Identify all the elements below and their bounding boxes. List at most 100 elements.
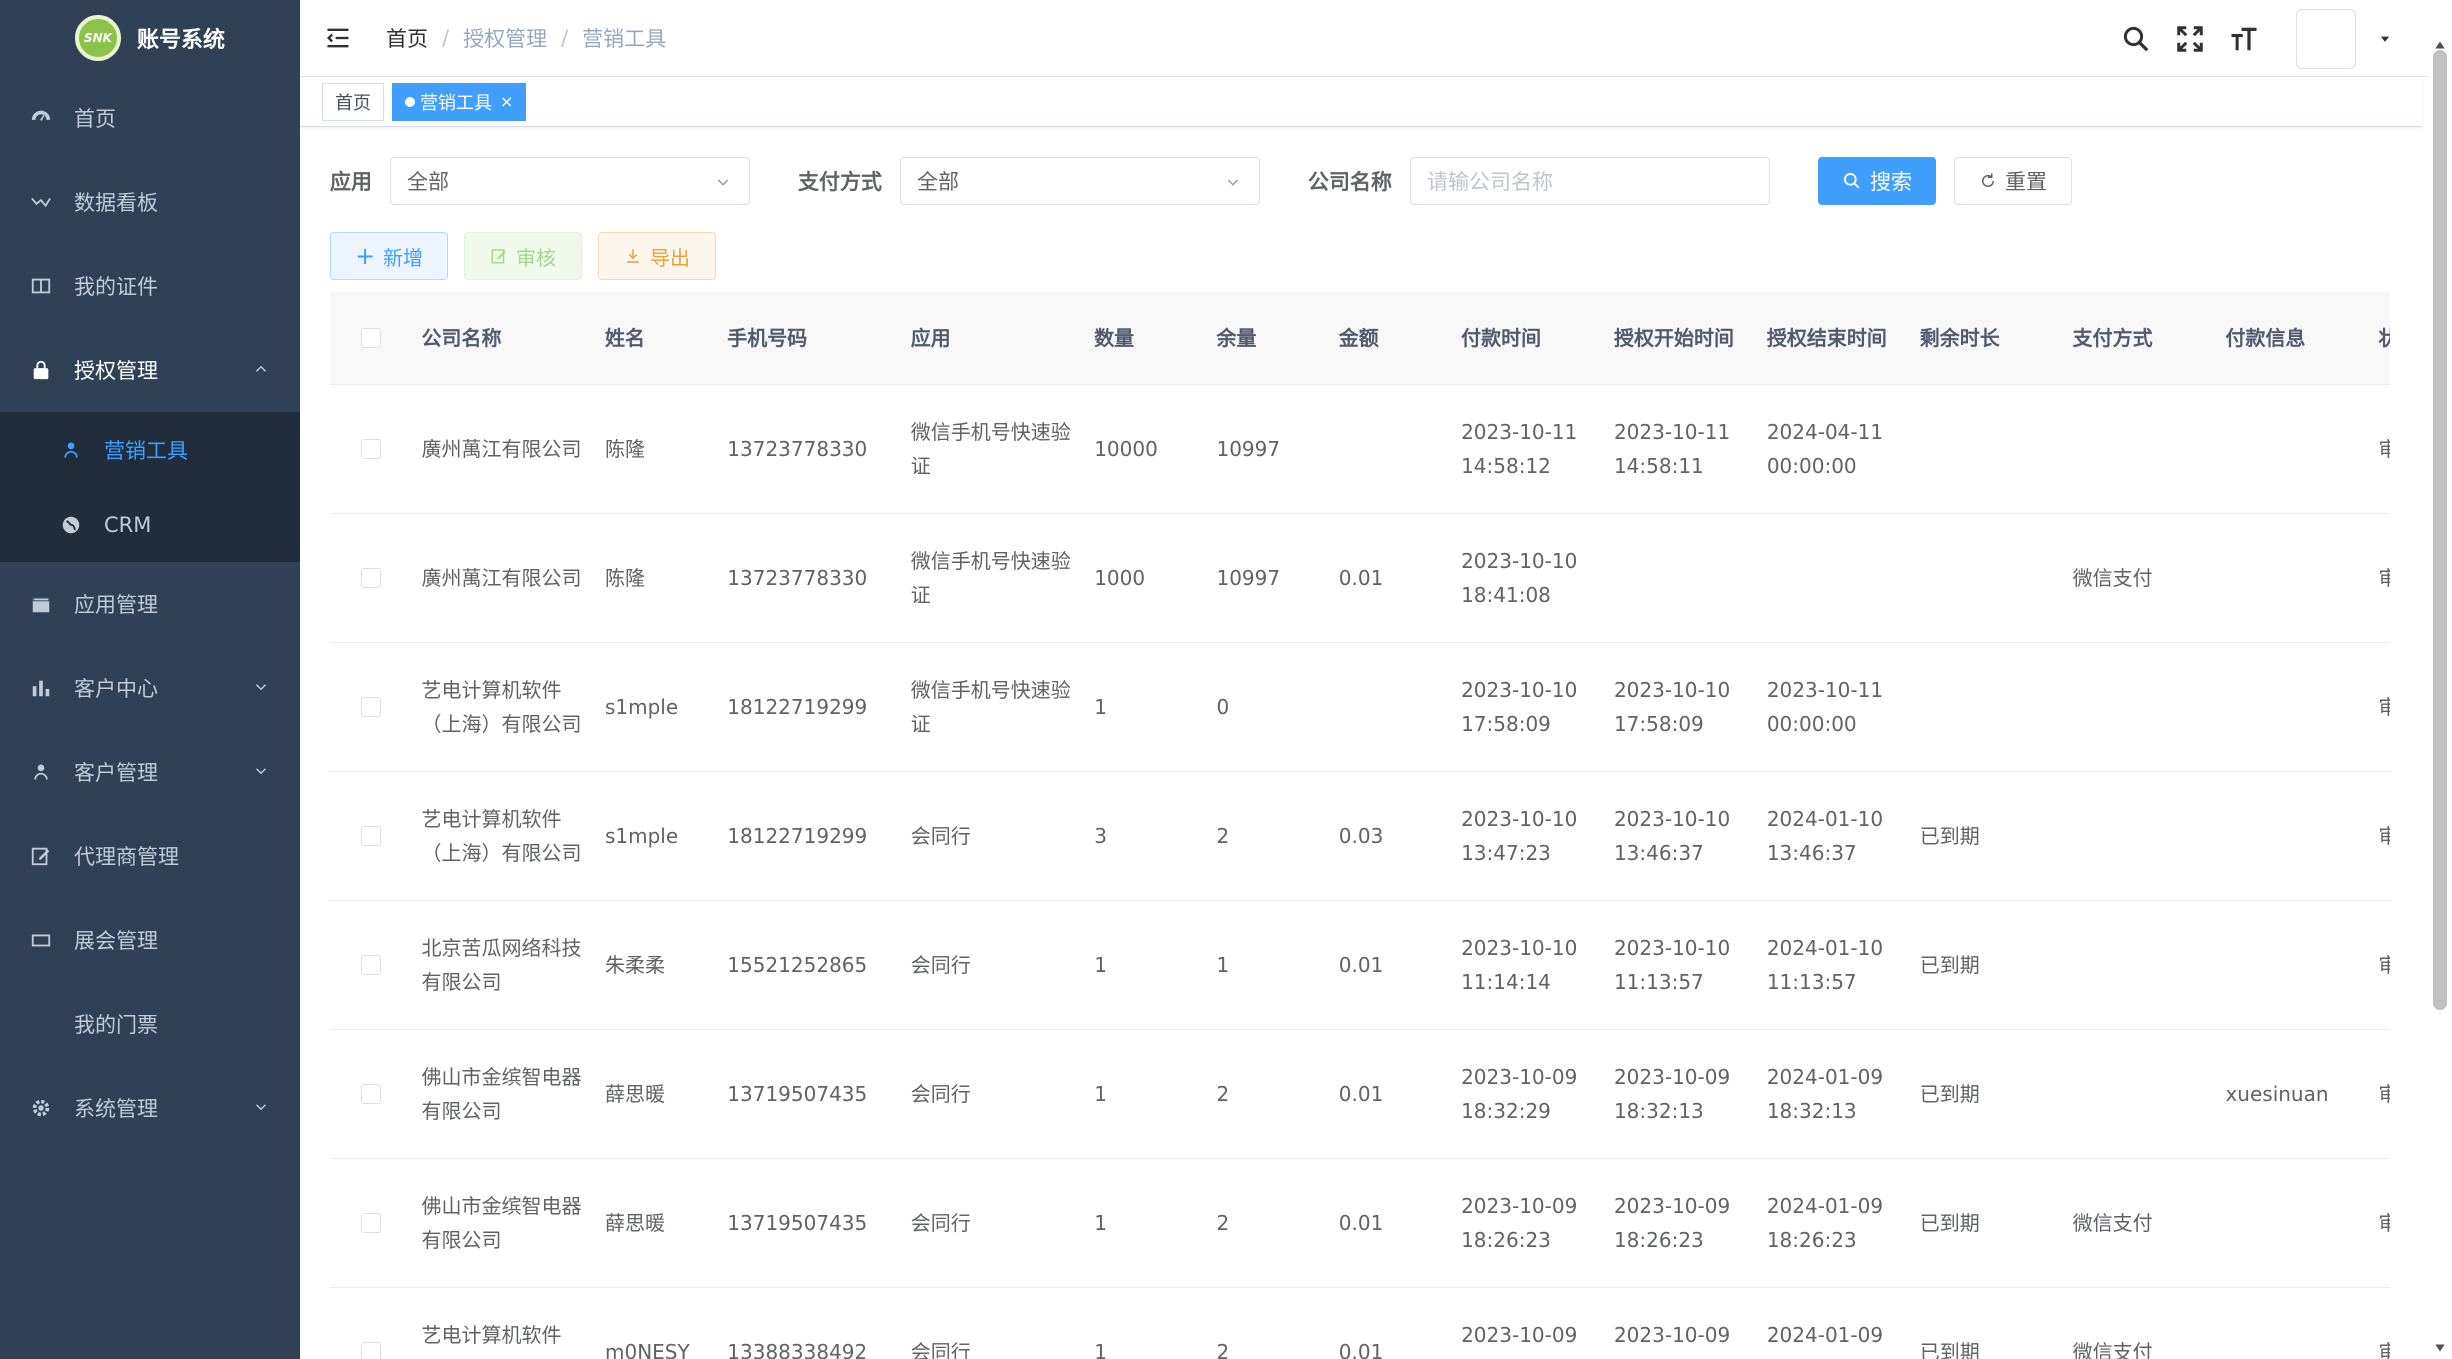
scroll-down-icon[interactable] bbox=[2432, 1341, 2448, 1355]
add-button[interactable]: + 新增 bbox=[330, 232, 448, 280]
table-cell: 2024-01-09 18:26:23 bbox=[1756, 1158, 1910, 1288]
reset-button[interactable]: 重置 bbox=[1954, 157, 2072, 205]
sidebar-item-marketing-tools[interactable]: 营销工具 bbox=[0, 412, 300, 487]
row-checkbox[interactable] bbox=[330, 642, 412, 772]
table-cell: 薛思暖 bbox=[594, 1029, 718, 1159]
row-checkbox[interactable] bbox=[330, 1158, 412, 1288]
search-icon[interactable] bbox=[2120, 23, 2152, 55]
tag-home[interactable]: 首页 bbox=[322, 82, 384, 121]
table-cell: 13723778330 bbox=[717, 384, 901, 514]
avatar[interactable] bbox=[2296, 8, 2356, 69]
table-cell: 审核 bbox=[2368, 384, 2390, 514]
table-cell bbox=[1328, 384, 1452, 514]
scrollbar-thumb[interactable] bbox=[2433, 50, 2447, 1010]
table-cell: 会同行 bbox=[900, 1029, 1085, 1159]
table-cell: 朱柔柔 bbox=[594, 900, 718, 1030]
row-checkbox[interactable] bbox=[330, 384, 412, 514]
table-row: 艺电计算机软件（上海）有限公司m0NESY13388338492会同行120.0… bbox=[330, 1287, 2390, 1359]
lock-icon bbox=[28, 357, 54, 383]
hamburger-icon[interactable] bbox=[324, 24, 352, 52]
audit-button[interactable]: 审核 bbox=[464, 232, 582, 280]
row-checkbox[interactable] bbox=[330, 1287, 412, 1359]
app-select[interactable]: 全部 bbox=[390, 157, 750, 205]
sidebar-item-exhibition-management[interactable]: 展会管理 bbox=[0, 898, 300, 982]
sidebar-item-label: 授权管理 bbox=[74, 359, 158, 383]
globe-icon bbox=[58, 512, 84, 538]
table-cell: 审核 bbox=[2368, 771, 2390, 901]
table-cell: 2023-10-11 00:00:00 bbox=[1756, 642, 1910, 772]
table-cell: 佛山市金缤智电器有限公司 bbox=[411, 1158, 595, 1288]
table-cell: 2024-01-09 18:32:13 bbox=[1756, 1029, 1910, 1159]
column-header: 应用 bbox=[900, 292, 1085, 385]
sidebar-item-label: 我的门票 bbox=[74, 1013, 158, 1037]
table-row: 廣州萬江有限公司 陈隆 13723778330 微信手机号快速验证 10000 10997… bbox=[330, 384, 2390, 514]
company-name-input[interactable]: 请输公司名称 bbox=[1410, 157, 1770, 205]
row-checkbox[interactable] bbox=[330, 771, 412, 901]
breadcrumb-item-current: 营销工具 bbox=[582, 27, 667, 51]
table-cell: 2 bbox=[1206, 771, 1329, 901]
sidebar-item-dashboard[interactable]: 数据看板 bbox=[0, 160, 300, 244]
sidebar-item-crm[interactable]: CRM bbox=[0, 487, 300, 562]
table-cell: 1 bbox=[1084, 1029, 1207, 1159]
table-cell: 会同行 bbox=[900, 1287, 1085, 1359]
font-size-icon[interactable] bbox=[2228, 23, 2260, 55]
table-cell bbox=[1328, 642, 1452, 772]
breadcrumb-item-home[interactable]: 首页 bbox=[386, 23, 428, 53]
sidebar-item-certificates[interactable]: 我的证件 bbox=[0, 244, 300, 328]
data-table: 公司名称 姓名 手机号码 应用 数量 余量 金额 付款时间 授权开始时间 授权结… bbox=[330, 292, 2390, 1359]
sidebar-item-customer-management[interactable]: 客户管理 bbox=[0, 730, 300, 814]
search-button-label: 搜索 bbox=[1870, 170, 1912, 194]
table-cell: 0.01 bbox=[1328, 900, 1452, 1030]
table-cell: 艺电计算机软件（上海）有限公司 bbox=[411, 771, 595, 901]
sidebar-item-label: 营销工具 bbox=[104, 438, 188, 463]
add-button-label: 新增 bbox=[383, 245, 424, 270]
chevron-down-icon bbox=[717, 179, 729, 186]
column-header: 授权开始时间 bbox=[1603, 292, 1757, 385]
chevron-down-icon bbox=[255, 768, 267, 775]
search-form: 应用 全部 支付方式 全部 公司名称 请输公司名称 搜索 重置 bbox=[330, 156, 2072, 206]
table-cell bbox=[2215, 384, 2369, 514]
table-cell: xuesinuan bbox=[2215, 1029, 2369, 1159]
active-dot-icon bbox=[405, 96, 415, 107]
sidebar-item-system-management[interactable]: 系统管理 bbox=[0, 1066, 300, 1150]
sidebar-item-agent-management[interactable]: 代理商管理 bbox=[0, 814, 300, 898]
sidebar-item-home[interactable]: 首页 bbox=[0, 76, 300, 160]
close-icon[interactable]: × bbox=[500, 92, 513, 111]
user-icon bbox=[28, 759, 54, 785]
select-all-checkbox[interactable] bbox=[330, 292, 412, 385]
card-icon bbox=[28, 273, 54, 299]
table-cell: 2023-10-09 18:20:11 bbox=[1603, 1287, 1757, 1359]
bar-chart-icon bbox=[28, 675, 54, 701]
sidebar-item-customer-center[interactable]: 客户中心 bbox=[0, 646, 300, 730]
sidebar-item-my-tickets[interactable]: 我的门票 bbox=[0, 982, 300, 1066]
table-cell: 18122719299 bbox=[717, 642, 901, 772]
pay-method-select[interactable]: 全部 bbox=[900, 157, 1260, 205]
export-button[interactable]: 导出 bbox=[598, 232, 716, 280]
table-cell: 2023-10-09 18:20:40 bbox=[1451, 1287, 1604, 1359]
table-cell: 10997 bbox=[1206, 384, 1329, 514]
table-cell bbox=[2062, 900, 2216, 1030]
table-cell: 2 bbox=[1206, 1029, 1329, 1159]
table-cell: 会同行 bbox=[900, 900, 1085, 1030]
logo-icon: SNK bbox=[74, 15, 121, 61]
column-header: 付款时间 bbox=[1451, 292, 1604, 385]
table-row: 佛山市金缤智电器有限公司 薛思暖 13719507435 会同行 1 2 0.01 2023-… bbox=[330, 1029, 2390, 1159]
sidebar-item-authorization[interactable]: 授权管理 bbox=[0, 328, 300, 412]
row-checkbox[interactable] bbox=[330, 900, 412, 1030]
table-cell: 1 bbox=[1084, 900, 1207, 1030]
sidebar-item-label: 数据看板 bbox=[74, 191, 158, 215]
row-checkbox[interactable] bbox=[330, 513, 412, 643]
page-scrollbar[interactable] bbox=[2428, 40, 2452, 1359]
table-row: 廣州萬江有限公司 陈隆 13723778330 微信手机号快速验证 1000 10997 0… bbox=[330, 513, 2390, 643]
table-cell: 艺电计算机软件（上海）有限公司 bbox=[411, 642, 595, 772]
table-cell: 微信手机号快速验证 bbox=[900, 513, 1085, 643]
breadcrumb-separator: / bbox=[442, 26, 450, 50]
search-button[interactable]: 搜索 bbox=[1818, 157, 1936, 205]
fullscreen-icon[interactable] bbox=[2174, 23, 2206, 55]
tag-marketing-tools[interactable]: 营销工具 × bbox=[392, 82, 527, 121]
sidebar-item-app-management[interactable]: 应用管理 bbox=[0, 562, 300, 646]
table-cell: 2023-10-11 14:58:12 bbox=[1451, 384, 1604, 514]
caret-down-icon[interactable] bbox=[2378, 32, 2392, 46]
row-checkbox[interactable] bbox=[330, 1029, 412, 1159]
table-cell: 已到期 bbox=[1909, 771, 2063, 901]
